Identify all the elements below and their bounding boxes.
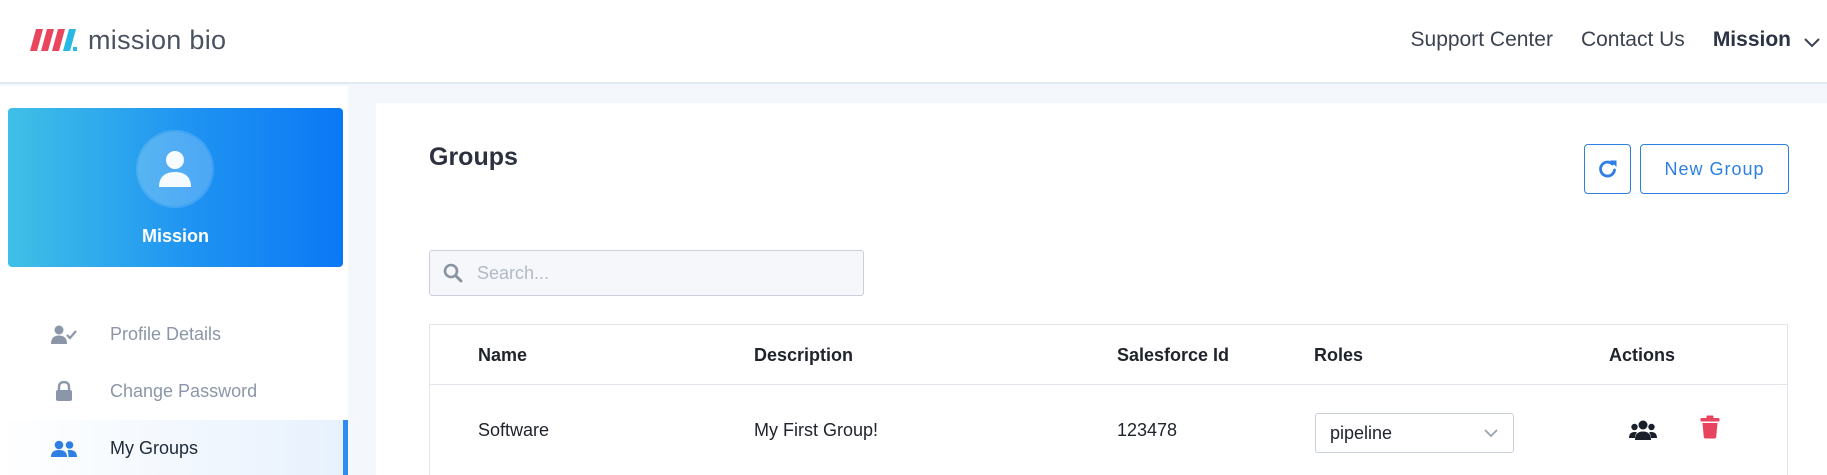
roles-select-value: pipeline bbox=[1330, 422, 1393, 443]
main-panel: Groups New Group Name Description Salesf… bbox=[376, 103, 1827, 475]
column-header-description[interactable]: Description bbox=[754, 345, 853, 366]
search-box bbox=[429, 250, 864, 296]
manage-members-icon[interactable] bbox=[1629, 419, 1657, 441]
chevron-down-icon bbox=[1804, 38, 1820, 48]
user-menu-name: Mission bbox=[1712, 28, 1791, 51]
chevron-down-icon bbox=[1484, 429, 1498, 438]
top-bar: mission bio Support Center Contact Us Mi… bbox=[0, 0, 1827, 84]
sidebar-item-change-password[interactable]: Change Password bbox=[0, 363, 348, 420]
column-header-name[interactable]: Name bbox=[478, 345, 527, 366]
mission-bio-logo-icon bbox=[30, 29, 77, 51]
trash-icon[interactable] bbox=[1700, 415, 1720, 439]
user-menu[interactable]: Mission bbox=[1713, 28, 1821, 52]
sidebar: Mission Profile Details Change Password bbox=[0, 86, 348, 475]
user-avatar-icon bbox=[159, 151, 191, 187]
roles-select[interactable]: pipeline bbox=[1315, 413, 1514, 453]
table-header: Name Description Salesforce Id Roles Act… bbox=[430, 325, 1787, 385]
logo[interactable]: mission bio bbox=[30, 22, 226, 58]
sidebar-item-label: Profile Details bbox=[110, 324, 222, 344]
profile-name: Mission bbox=[141, 226, 209, 246]
users-icon bbox=[50, 438, 78, 460]
column-header-actions: Actions bbox=[1609, 345, 1676, 365]
lock-icon bbox=[50, 381, 78, 403]
new-group-button[interactable]: New Group bbox=[1640, 144, 1789, 194]
sidebar-item-label: Change Password bbox=[110, 381, 258, 401]
page-title: Groups bbox=[429, 143, 518, 171]
avatar bbox=[138, 132, 212, 206]
sidebar-menu: Profile Details Change Password My Group… bbox=[0, 306, 348, 475]
cell-salesforce-id: 123478 bbox=[1117, 420, 1178, 440]
refresh-icon bbox=[1598, 160, 1616, 178]
profile-card: Mission bbox=[8, 108, 343, 267]
sidebar-item-profile-details[interactable]: Profile Details bbox=[0, 306, 348, 363]
sidebar-item-my-groups[interactable]: My Groups bbox=[0, 420, 348, 475]
cell-name: Software bbox=[478, 420, 550, 440]
contact-us-link[interactable]: Contact Us bbox=[1581, 28, 1685, 52]
logo-text: mission bio bbox=[88, 24, 227, 55]
column-header-roles[interactable]: Roles bbox=[1314, 345, 1363, 366]
top-nav: Support Center Contact Us Mission bbox=[1411, 0, 1827, 80]
search-input[interactable] bbox=[477, 262, 857, 284]
sidebar-item-label: My Groups bbox=[110, 438, 199, 458]
user-check-icon bbox=[50, 324, 78, 346]
groups-table: Name Description Salesforce Id Roles Act… bbox=[429, 324, 1788, 475]
column-header-salesforce-id[interactable]: Salesforce Id bbox=[1117, 345, 1229, 366]
refresh-button[interactable] bbox=[1584, 144, 1631, 194]
search-icon bbox=[443, 263, 463, 283]
support-center-link[interactable]: Support Center bbox=[1411, 28, 1553, 52]
cell-description: My First Group! bbox=[754, 420, 879, 440]
